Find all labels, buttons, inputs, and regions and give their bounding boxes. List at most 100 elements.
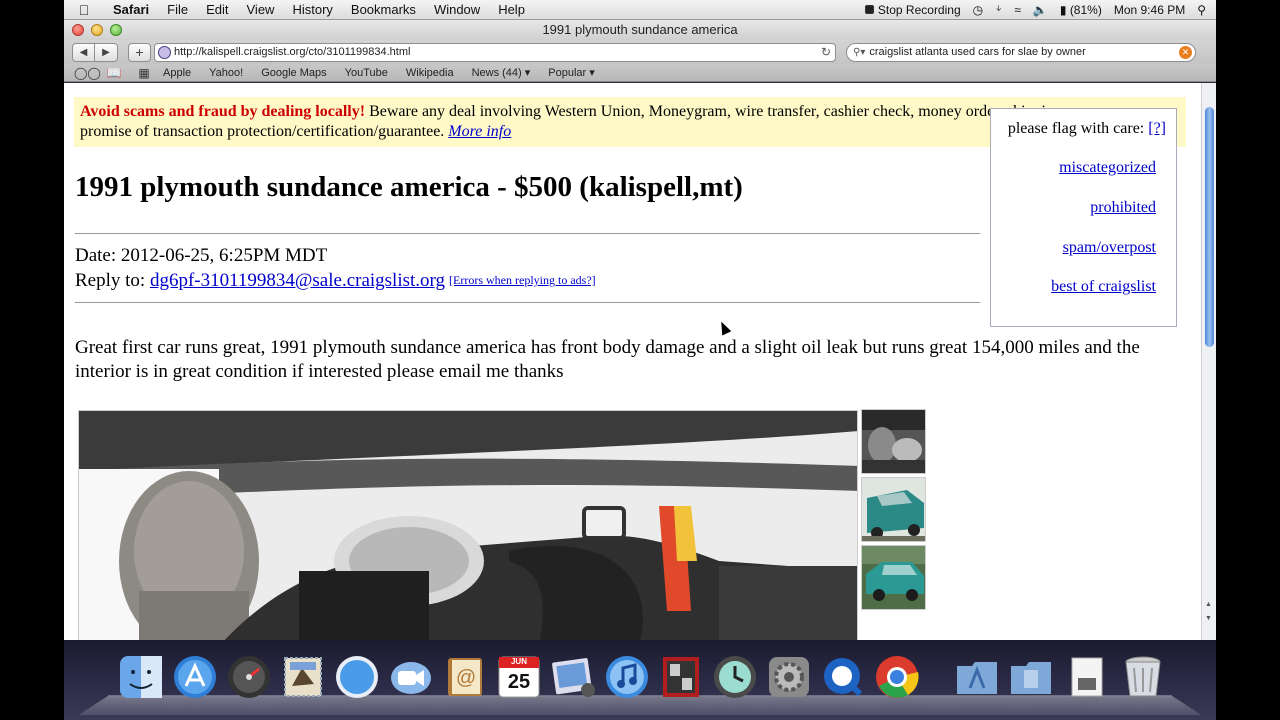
reply-errors-link[interactable]: [Errors when replying to ads?] [449, 273, 596, 287]
reply-line: Reply to: dg6pf-3101199834@sale.craigsli… [75, 268, 596, 293]
car-interior-image [79, 411, 858, 640]
thumbnail-car-front-image [862, 478, 926, 542]
downloads-stack-icon[interactable] [1064, 654, 1110, 700]
chrome-icon[interactable] [874, 654, 920, 700]
spotlight-search-icon[interactable]: ⚲ [1197, 3, 1206, 17]
bookmark-popular[interactable]: Popular ▾ [539, 66, 604, 79]
search-query[interactable]: craigslist atlanta used cars for slae by… [869, 46, 1179, 58]
iphoto-icon[interactable] [550, 654, 596, 700]
scroll-up-arrow-icon[interactable]: ▲ [1205, 601, 1212, 608]
close-window-button[interactable] [72, 24, 84, 36]
stop-icon [865, 5, 874, 14]
time-machine-icon[interactable]: ◷ [973, 3, 983, 17]
dock: @ JUN 25 [64, 640, 1216, 720]
status-menus: Stop Recording ◷ ᛎ ≈ 🔈 ▮ (81%) Mon 9:46 … [865, 3, 1216, 17]
menu-bar:  Safari File Edit View History Bookmark… [64, 0, 1216, 20]
system-preferences-icon[interactable] [766, 654, 812, 700]
stop-recording-label: Stop Recording [878, 3, 961, 17]
menu-help[interactable]: Help [489, 2, 534, 17]
menu-window[interactable]: Window [425, 2, 489, 17]
reading-list-icon[interactable]: ◯◯ [74, 66, 94, 80]
reload-icon[interactable]: ↻ [817, 45, 835, 59]
documents-folder-icon[interactable] [1008, 654, 1054, 700]
wifi-icon[interactable]: ≈ [1014, 3, 1021, 17]
itunes-icon[interactable] [604, 654, 650, 700]
forward-button[interactable]: ▶ [95, 43, 118, 62]
applications-folder-icon[interactable] [954, 654, 1000, 700]
url-text[interactable]: http://kalispell.craigslist.org/cto/3101… [174, 46, 817, 58]
main-car-photo[interactable] [78, 410, 858, 640]
calendar-icon[interactable]: JUN 25 [496, 654, 542, 700]
flag-spam-link[interactable]: spam/overpost [1063, 239, 1156, 257]
bookmark-news[interactable]: News (44) ▾ [463, 66, 540, 79]
reply-email-link[interactable]: dg6pf-3101199834@sale.craigslist.org [150, 270, 445, 291]
address-bar[interactable]: http://kalispell.craigslist.org/cto/3101… [154, 43, 836, 62]
more-info-link[interactable]: More info [448, 123, 511, 140]
quicktime-icon[interactable] [820, 654, 866, 700]
scam-warning-heading: Avoid scams and fraud by dealing locally… [80, 103, 365, 120]
top-sites-grid-icon[interactable]: ▦ [134, 66, 154, 80]
desktop:  Safari File Edit View History Bookmark… [64, 0, 1216, 720]
clear-search-icon[interactable]: ✕ [1179, 46, 1192, 59]
photo-thumbnail[interactable] [861, 409, 926, 474]
bookmark-apple[interactable]: Apple [154, 67, 200, 79]
menu-bookmarks[interactable]: Bookmarks [342, 2, 425, 17]
app-store-icon[interactable] [172, 654, 218, 700]
bookmark-google-maps[interactable]: Google Maps [252, 67, 335, 79]
bluetooth-icon[interactable]: ᛎ [995, 3, 1002, 17]
window-title: 1991 plymouth sundance america [542, 22, 737, 37]
bookmark-yahoo[interactable]: Yahoo! [200, 67, 252, 79]
thumbnail-car-side-image [862, 546, 926, 610]
photo-booth-icon[interactable] [658, 654, 704, 700]
posting-title: 1991 plymouth sundance america - $500 (k… [75, 171, 743, 204]
search-field[interactable]: ⚲▾ craigslist atlanta used cars for slae… [846, 43, 1196, 62]
bookmark-youtube[interactable]: YouTube [336, 67, 397, 79]
flag-help-link[interactable]: [?] [1148, 120, 1166, 137]
flag-heading: please flag with care: [?] [1008, 120, 1166, 138]
finder-icon[interactable] [118, 654, 164, 700]
photo-thumbnail[interactable] [861, 545, 926, 610]
reply-label: Reply to: [75, 270, 150, 291]
mail-stamp-icon[interactable] [280, 654, 326, 700]
scroll-down-arrow-icon[interactable]: ▼ [1205, 615, 1212, 622]
zoom-window-button[interactable] [110, 24, 122, 36]
vertical-scrollbar[interactable]: ▲ ▼ [1201, 83, 1216, 640]
book-icon[interactable]: 📖 [104, 66, 124, 80]
battery-status[interactable]: ▮ (81%) [1060, 3, 1102, 17]
bookmark-wikipedia[interactable]: Wikipedia [397, 67, 463, 79]
stop-recording-item[interactable]: Stop Recording [865, 3, 961, 17]
menu-edit[interactable]: Edit [197, 2, 237, 17]
search-icon[interactable]: ⚲▾ [853, 47, 865, 58]
menu-history[interactable]: History [283, 2, 341, 17]
volume-icon[interactable]: 🔈 [1033, 3, 1048, 17]
facetime-icon[interactable] [388, 654, 434, 700]
minimize-window-button[interactable] [91, 24, 103, 36]
menu-clock[interactable]: Mon 9:46 PM [1114, 3, 1185, 17]
divider [75, 302, 980, 303]
battery-icon: ▮ [1060, 3, 1067, 17]
flag-best-of-link[interactable]: best of craigslist [1051, 278, 1156, 296]
browser-toolbar: ◀ ▶ + http://kalispell.craigslist.org/ct… [64, 40, 1216, 64]
scroll-thumb[interactable] [1205, 107, 1214, 347]
flag-miscategorized-link[interactable]: miscategorized [1059, 159, 1156, 177]
flag-prohibited-link[interactable]: prohibited [1090, 199, 1156, 217]
back-button[interactable]: ◀ [72, 43, 95, 62]
dashboard-icon[interactable] [226, 654, 272, 700]
page-viewport: Avoid scams and fraud by dealing locally… [64, 83, 1216, 640]
divider [75, 233, 980, 234]
thumbnail-interior-image [862, 410, 926, 474]
posting-meta: Date: 2012-06-25, 6:25PM MDT Reply to: d… [75, 243, 596, 293]
calendar-day: 25 [496, 671, 542, 694]
apple-menu-icon[interactable]:  [64, 2, 104, 18]
safari-icon[interactable] [334, 654, 380, 700]
menu-file[interactable]: File [158, 2, 197, 17]
time-machine-dock-icon[interactable] [712, 654, 758, 700]
posting-date: Date: 2012-06-25, 6:25PM MDT [75, 243, 596, 268]
trash-icon[interactable] [1120, 654, 1166, 700]
photo-thumbnail[interactable] [861, 477, 926, 542]
menu-view[interactable]: View [238, 2, 284, 17]
address-book-icon[interactable]: @ [442, 654, 488, 700]
bookmarks-bar: ◯◯ 📖 ▦ Apple Yahoo! Google Maps YouTube … [64, 64, 1216, 82]
add-bookmark-button[interactable]: + [128, 43, 151, 62]
menu-app-safari[interactable]: Safari [104, 2, 158, 17]
